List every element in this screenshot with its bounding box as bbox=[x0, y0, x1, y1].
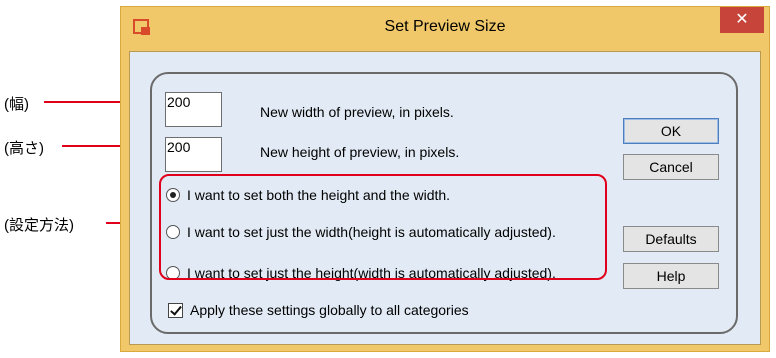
help-button[interactable]: Help bbox=[623, 263, 719, 289]
window-title: Set Preview Size bbox=[384, 18, 506, 35]
close-icon: ✕ bbox=[735, 11, 749, 28]
annotation-height-label: (高さ) bbox=[4, 140, 44, 157]
cancel-button[interactable]: Cancel bbox=[623, 154, 719, 180]
height-description: New height of preview, in pixels. bbox=[260, 144, 460, 160]
width-input[interactable]: 200 bbox=[165, 92, 222, 127]
defaults-button[interactable]: Defaults bbox=[623, 226, 719, 252]
apply-globally-label: Apply these settings globally to all cat… bbox=[190, 302, 469, 318]
width-description: New width of preview, in pixels. bbox=[260, 104, 454, 120]
title-bar: Set Preview Size ✕ bbox=[121, 7, 769, 51]
ok-button[interactable]: OK bbox=[623, 118, 719, 144]
apply-globally-checkbox[interactable] bbox=[168, 302, 183, 318]
radio-options-highlight bbox=[159, 174, 607, 280]
apply-globally-checkbox-row[interactable]: Apply these settings globally to all cat… bbox=[168, 302, 469, 318]
close-button[interactable]: ✕ bbox=[720, 7, 764, 33]
height-input[interactable]: 200 bbox=[165, 137, 222, 172]
annotation-width-label: (幅) bbox=[4, 96, 29, 113]
annotation-method-label: (設定方法) bbox=[4, 217, 74, 234]
